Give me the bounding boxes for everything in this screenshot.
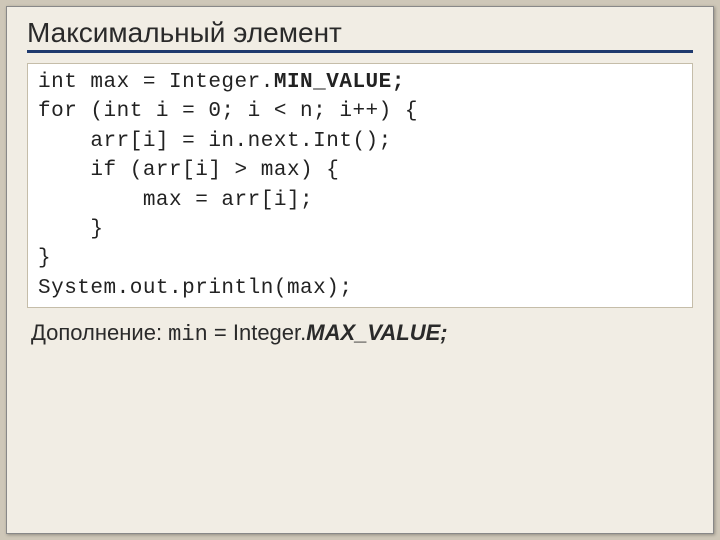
note-label: Дополнение: [31,320,168,345]
note-code-rest: = Integer. [208,320,306,345]
note-code-mono: min [168,322,208,347]
code-line-8: System.out.println(max); [38,277,352,300]
code-line-5: max = arr[i]; [38,189,313,212]
code-block: int max = Integer.MIN_VALUE; for (int i … [27,63,693,308]
note: Дополнение: min = Integer.MAX_VALUE; [27,320,693,347]
slide: Максимальный элемент int max = Integer.M… [6,6,714,534]
page-title: Максимальный элемент [27,17,693,53]
code-line-6: } [38,218,104,241]
code-line-1b: MIN_VALUE; [274,71,405,94]
note-code-ital: MAX_VALUE; [306,320,447,345]
code-line-2: for (int i = 0; i < n; i++) { [38,100,418,123]
code-line-4: if (arr[i] > max) { [38,159,339,182]
code-line-3: arr[i] = in.next.Int(); [38,130,392,153]
code-line-1a: int max = Integer. [38,71,274,94]
code-line-7: } [38,247,51,270]
